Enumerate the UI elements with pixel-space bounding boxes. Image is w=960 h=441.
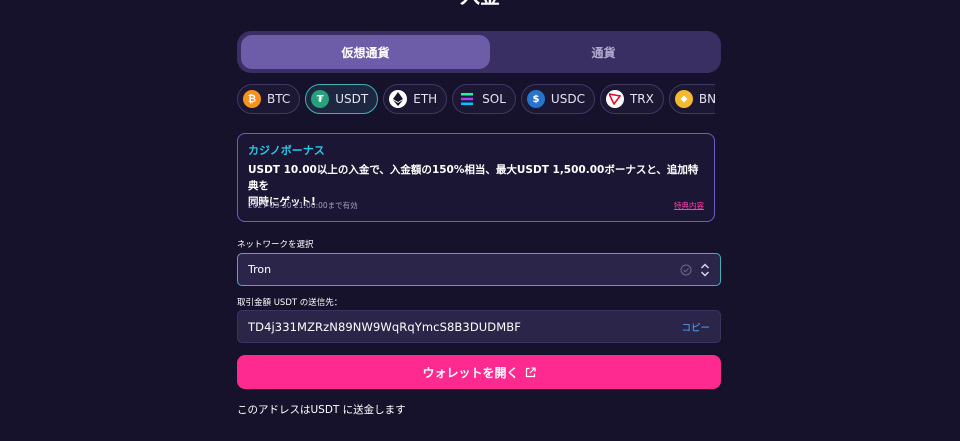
coin-label: BNB <box>698 92 715 106</box>
deposit-address-field[interactable]: TD4j331MZRzN89NW9WqRqYmcS8B3DUDMBF コピー <box>237 310 721 343</box>
send-note: このアドレスはUSDT に送金します <box>237 404 406 416</box>
coin-bnb[interactable]: BNB <box>668 84 715 114</box>
bonus-percent: 150% <box>431 164 465 176</box>
deposit-address: TD4j331MZRzN89NW9WqRqYmcS8B3DUDMBF <box>248 319 521 334</box>
coin-label: SOL <box>482 92 506 106</box>
bonus-details-link[interactable]: 特典内容 <box>674 200 704 211</box>
bonus-title: カジノボーナス <box>248 144 325 157</box>
coin-selector: ₿ BTC ₮ USDT ETH SOL $ USDC TRX BNB <box>237 84 715 115</box>
bonus-min-amount: USDT 10.00 <box>248 164 317 176</box>
casino-bonus-card: カジノボーナス USDT 10.00以上の入金で、入金額の150%相当、最大US… <box>237 133 715 222</box>
bnb-icon <box>674 90 693 108</box>
bonus-text-part: 相当、最大 <box>464 164 517 176</box>
coin-sol[interactable]: SOL <box>452 84 516 114</box>
ethereum-icon <box>389 90 408 108</box>
coin-label: USDC <box>550 92 585 106</box>
bonus-max-amount: USDT 1,500.00 <box>516 164 605 176</box>
coin-label: BTC <box>267 92 291 106</box>
tab-fiat[interactable]: 通貨 <box>490 35 717 69</box>
usdc-icon: $ <box>526 90 545 108</box>
network-label: ネットワークを選択 <box>237 240 314 250</box>
bonus-text-part: 以上の入金で、入金額の <box>316 164 432 176</box>
page-title: 入金 <box>0 0 960 8</box>
open-wallet-label: ウォレットを開く <box>422 365 519 380</box>
network-select[interactable]: Tron <box>237 253 721 286</box>
coin-btc[interactable]: ₿ BTC <box>237 84 301 114</box>
check-circle-icon <box>680 264 692 276</box>
chevron-up-down-icon <box>700 262 710 277</box>
open-wallet-button[interactable]: ウォレットを開く <box>237 355 721 389</box>
bonus-expiry: 2027-03-30 21:00:00まで有効 <box>248 201 358 210</box>
coin-usdc[interactable]: $ USDC <box>520 84 595 114</box>
tether-icon: ₮ <box>311 90 330 108</box>
coin-trx[interactable]: TRX <box>599 84 664 114</box>
external-link-icon <box>525 366 536 378</box>
currency-type-tabs: 仮想通貨 通貨 <box>237 31 721 73</box>
bitcoin-icon: ₿ <box>243 90 261 108</box>
tab-crypto[interactable]: 仮想通貨 <box>241 35 490 69</box>
coin-label: USDT <box>335 92 369 106</box>
coin-eth[interactable]: ETH <box>383 84 448 114</box>
bonus-footer: 2027-03-30 21:00:00まで有効 特典内容 <box>248 200 704 211</box>
solana-icon <box>458 90 477 108</box>
tron-icon <box>605 90 624 108</box>
network-value: Tron <box>248 263 272 276</box>
coin-label: TRX <box>629 92 654 106</box>
coin-label: ETH <box>413 92 438 106</box>
coin-usdt[interactable]: ₮ USDT <box>305 84 379 114</box>
address-label: 取引金額 USDT の送信先： <box>237 298 343 308</box>
copy-button[interactable]: コピー <box>681 320 710 334</box>
